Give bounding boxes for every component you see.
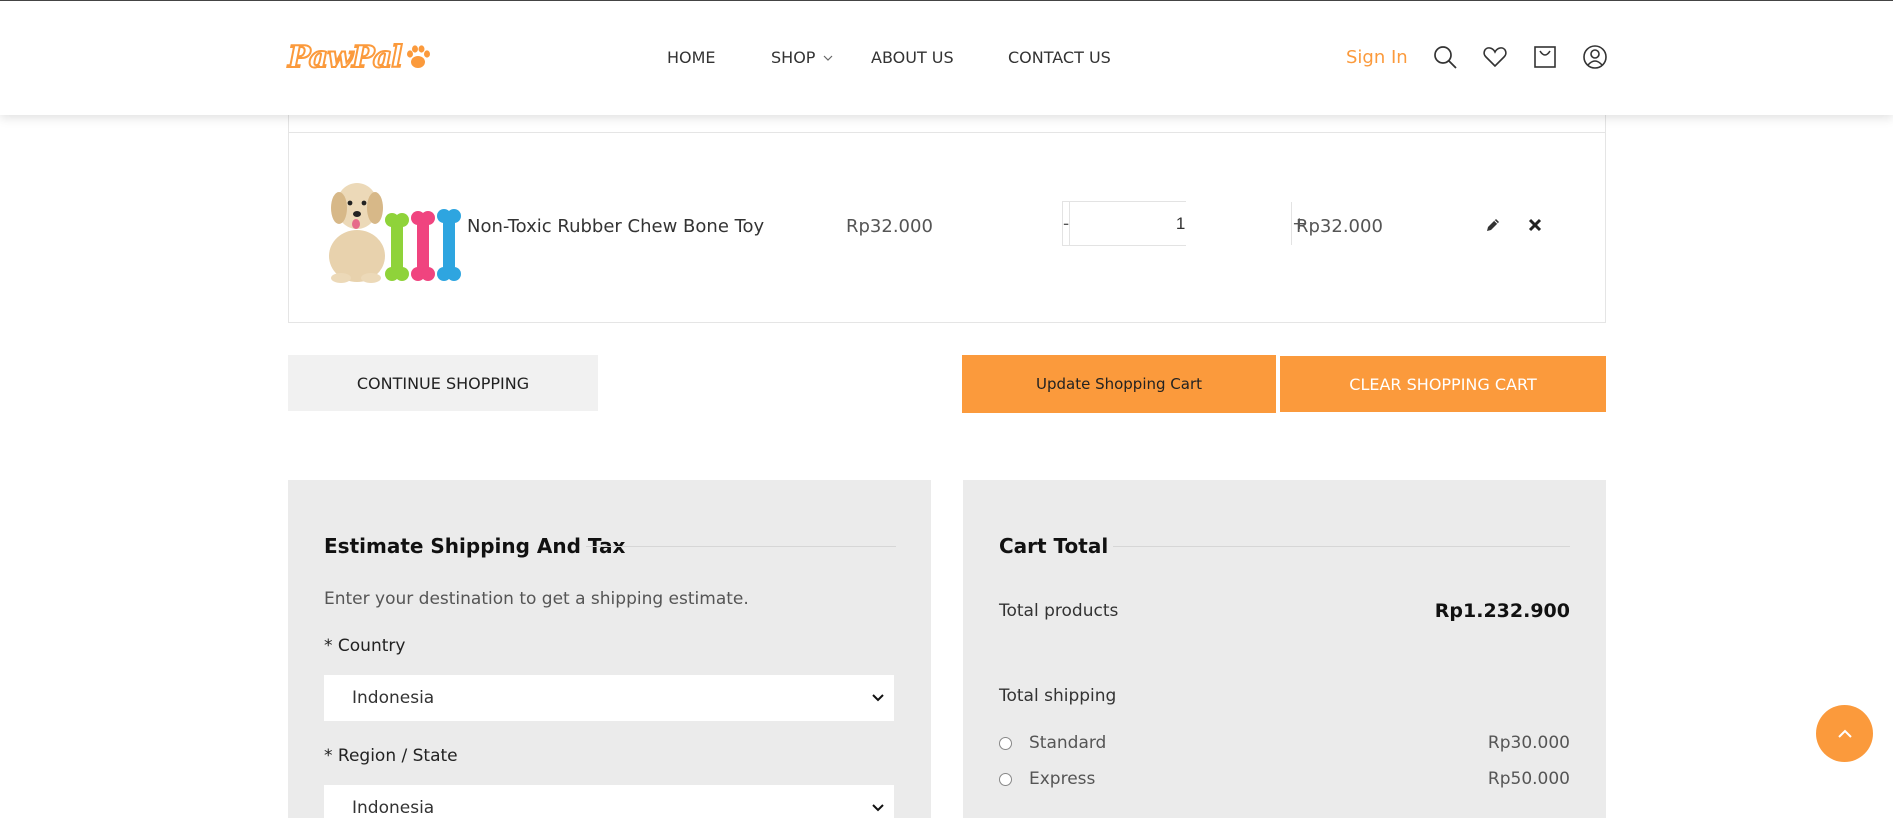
- cart-total-panel: Cart Total Total products Rp1.232.900 To…: [963, 480, 1606, 818]
- title-divider: [586, 546, 896, 547]
- close-icon[interactable]: [1526, 216, 1544, 234]
- scroll-to-top-button[interactable]: [1816, 705, 1873, 762]
- total-products-label: Total products: [999, 601, 1119, 621]
- chevron-down-icon: [872, 694, 884, 702]
- chevron-down-icon: [824, 55, 833, 61]
- chevron-down-icon: [872, 804, 884, 812]
- standard-price: Rp30.000: [1487, 733, 1570, 753]
- standard-label: Standard: [1029, 733, 1107, 753]
- nav-contact[interactable]: CONTACT US: [1008, 48, 1111, 67]
- nav-home[interactable]: HOME: [667, 48, 716, 67]
- update-cart-button[interactable]: Update Shopping Cart: [962, 355, 1276, 413]
- region-value: Indonesia: [352, 798, 435, 818]
- shipping-title: Estimate Shipping And Tax: [324, 534, 626, 558]
- shipping-option-standard[interactable]: Standard Rp30.000: [999, 733, 1570, 753]
- total-products-row: Total products Rp1.232.900: [999, 600, 1570, 622]
- site-header: PawPal HOME SHOP ABOUT US CONTACT US Sig…: [0, 0, 1893, 115]
- continue-shopping-button[interactable]: CONTINUE SHOPPING: [288, 355, 598, 411]
- shipping-option-left: Standard: [999, 733, 1106, 753]
- nav-contact-label: CONTACT US: [1008, 48, 1111, 67]
- shipping-description: Enter your destination to get a shipping…: [324, 589, 749, 609]
- quantity-stepper: - +: [1062, 201, 1306, 246]
- nav-home-label: HOME: [667, 48, 716, 67]
- sign-in-link[interactable]: Sign In: [1346, 47, 1408, 68]
- qty-input[interactable]: [1069, 202, 1293, 245]
- clear-cart-button[interactable]: CLEAR SHOPPING CART: [1280, 356, 1606, 412]
- total-products-value: Rp1.232.900: [1434, 600, 1570, 622]
- region-label: * Region / State: [324, 746, 458, 766]
- shipping-estimate-panel: Estimate Shipping And Tax Enter your des…: [288, 480, 931, 818]
- shipping-option-left: Express: [999, 769, 1095, 789]
- country-select[interactable]: Indonesia: [324, 675, 894, 721]
- region-select[interactable]: Indonesia: [324, 785, 894, 818]
- nav-about-label: ABOUT US: [871, 48, 954, 67]
- user-icon[interactable]: [1582, 44, 1608, 70]
- pencil-icon[interactable]: [1484, 216, 1502, 234]
- header-actions: Sign In: [1346, 41, 1608, 73]
- express-price: Rp50.000: [1487, 769, 1570, 789]
- country-label: * Country: [324, 636, 406, 656]
- nav-shop[interactable]: SHOP: [771, 48, 834, 67]
- product-name-link[interactable]: Non-Toxic Rubber Chew Bone Toy: [467, 216, 764, 237]
- nav-about[interactable]: ABOUT US: [871, 48, 954, 67]
- nav-shop-label: SHOP: [771, 48, 816, 67]
- cart-row: Non-Toxic Rubber Chew Bone Toy Rp32.000 …: [288, 132, 1606, 323]
- item-subtotal: Rp32.000: [1296, 216, 1383, 237]
- search-icon[interactable]: [1432, 44, 1458, 70]
- radio-standard[interactable]: [999, 736, 1012, 750]
- radio-express[interactable]: [999, 772, 1012, 786]
- title-divider: [1113, 546, 1570, 547]
- cart-table-header-edge: [288, 115, 1606, 133]
- cart-icon[interactable]: [1532, 44, 1558, 70]
- shipping-option-express[interactable]: Express Rp50.000: [999, 769, 1570, 789]
- product-image[interactable]: [325, 168, 465, 286]
- brand-logo[interactable]: PawPal: [287, 39, 432, 76]
- country-value: Indonesia: [352, 688, 435, 708]
- unit-price: Rp32.000: [846, 216, 933, 237]
- express-label: Express: [1029, 769, 1096, 789]
- chevron-up-icon: [1837, 729, 1852, 738]
- paw-icon: [406, 45, 430, 68]
- heart-icon[interactable]: [1482, 44, 1508, 70]
- cart-total-title: Cart Total: [999, 534, 1109, 558]
- logo-text: PawPal: [287, 39, 404, 76]
- total-shipping-label: Total shipping: [999, 686, 1117, 706]
